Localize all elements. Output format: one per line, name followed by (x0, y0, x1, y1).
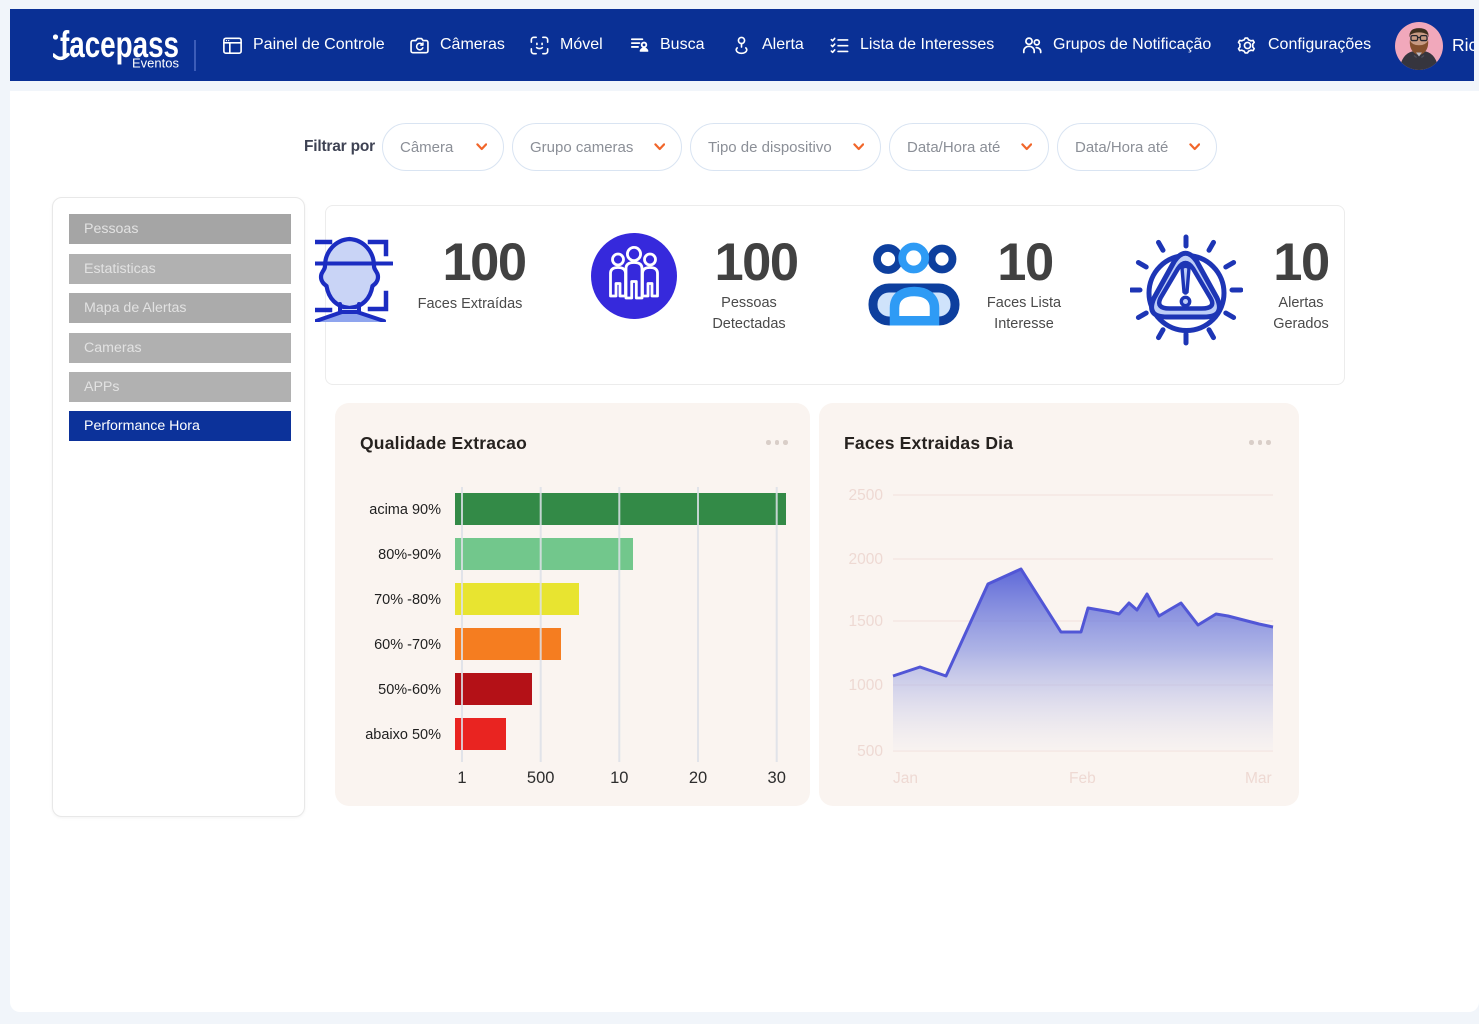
svg-text:2000: 2000 (849, 551, 884, 568)
svg-text:1: 1 (457, 769, 466, 787)
svg-text:1500: 1500 (849, 613, 884, 630)
svg-text:60% -70%: 60% -70% (374, 637, 441, 653)
svg-text:50%-60%: 50%-60% (378, 682, 441, 698)
svg-text:500: 500 (527, 769, 555, 787)
svg-text:Jan: Jan (893, 770, 918, 787)
svg-text:Mar: Mar (1245, 770, 1272, 787)
svg-text:10: 10 (610, 769, 628, 787)
svg-text:70% -80%: 70% -80% (374, 592, 441, 608)
svg-text:Feb: Feb (1069, 770, 1096, 787)
svg-text:acima 90%: acima 90% (369, 502, 441, 518)
svg-text:1000: 1000 (849, 677, 884, 694)
svg-text:abaixo 50%: abaixo 50% (365, 727, 441, 743)
svg-text:30: 30 (768, 769, 786, 787)
svg-text:Eventos: Eventos (132, 56, 179, 71)
svg-text:2500: 2500 (849, 487, 884, 504)
svg-text:80%-90%: 80%-90% (378, 547, 441, 563)
svg-text:20: 20 (689, 769, 707, 787)
svg-text:500: 500 (857, 743, 883, 760)
